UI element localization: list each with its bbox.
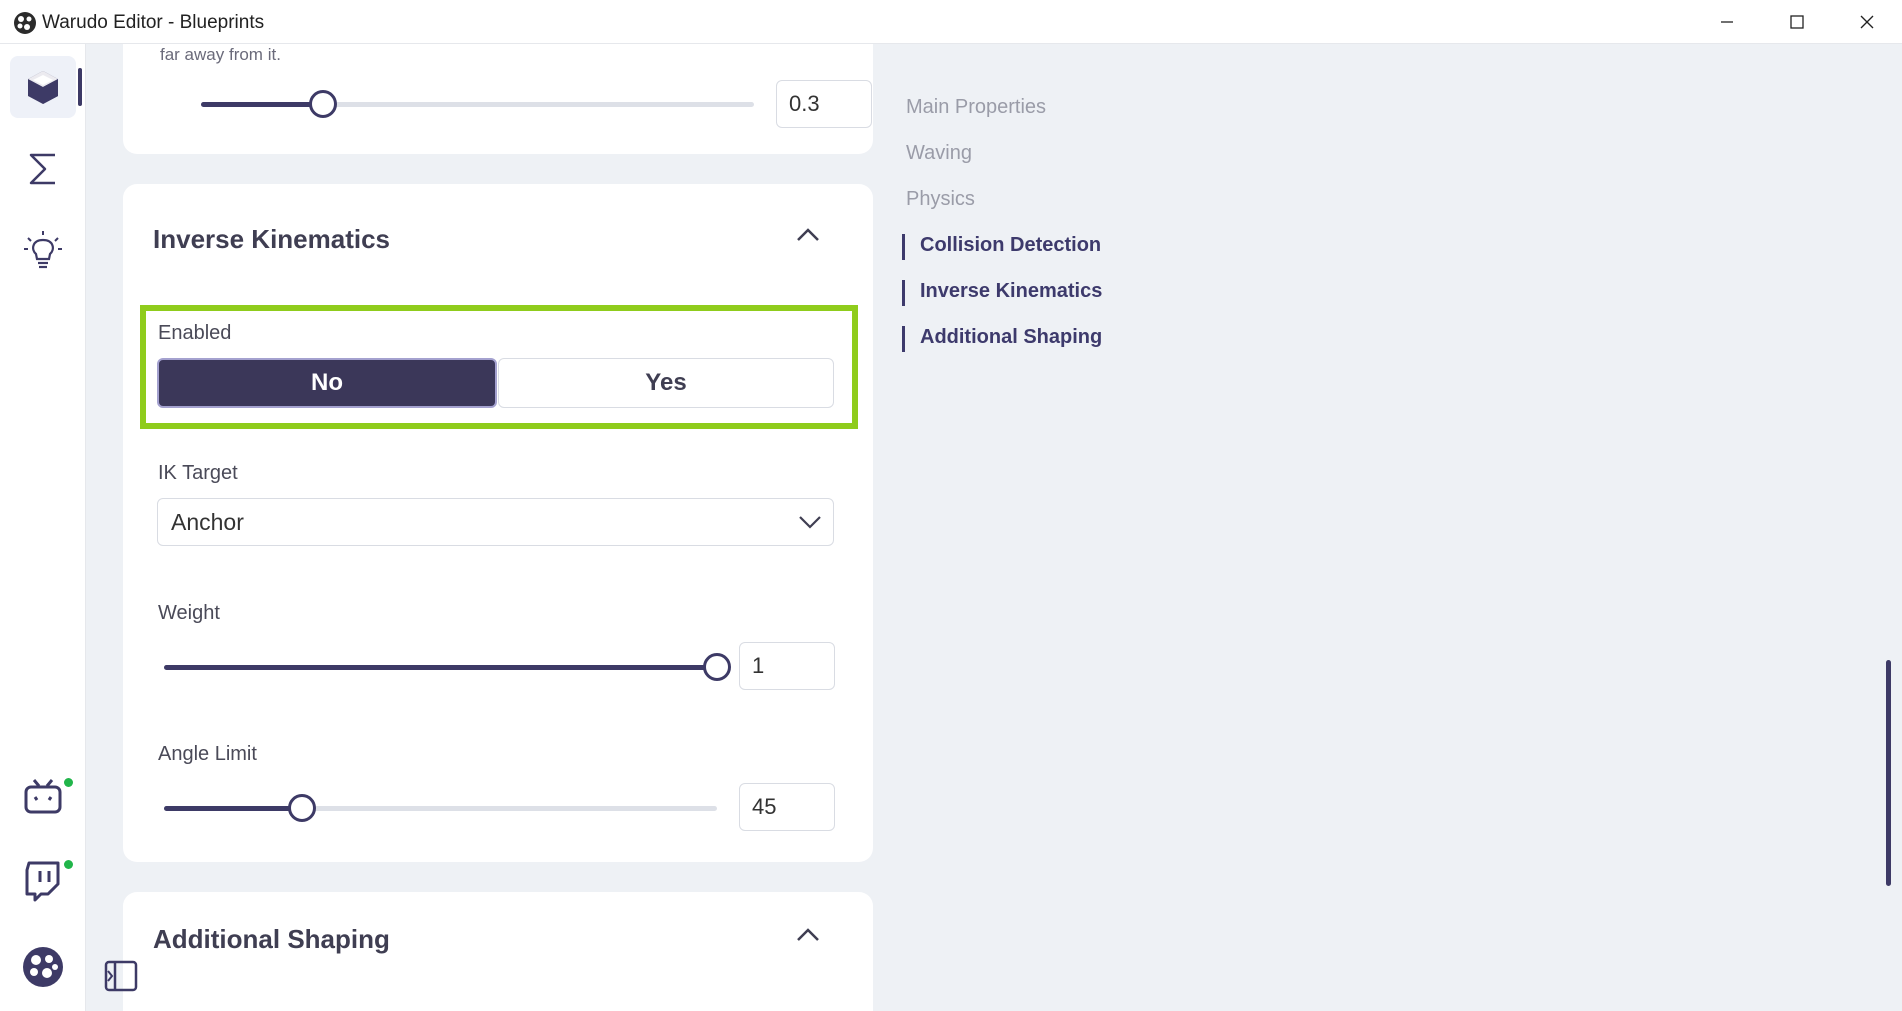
physics-card: far away from it. 0.3 <box>123 44 873 154</box>
slider-fill <box>164 806 302 811</box>
sidebar-toggle-icon[interactable] <box>104 960 138 992</box>
outline-item-additional-shaping[interactable]: Additional Shaping <box>920 326 1102 349</box>
outline-item-main-properties[interactable]: Main Properties <box>906 96 1046 119</box>
chevron-up-icon[interactable] <box>793 220 823 250</box>
title-bar: Warudo Editor - Blueprints <box>0 0 1902 44</box>
bilibili-icon <box>24 779 62 814</box>
slider-thumb[interactable] <box>288 794 316 822</box>
outline-item-inverse-kinematics[interactable]: Inverse Kinematics <box>920 280 1102 303</box>
lightbulb-icon <box>24 231 62 269</box>
twitch-icon <box>25 861 60 902</box>
close-button[interactable] <box>1832 0 1902 44</box>
properties-panel: far away from it. 0.3 Inverse Kinematics… <box>86 44 880 1011</box>
property-value-input[interactable]: 0.3 <box>776 80 872 128</box>
slider-fill <box>164 665 717 670</box>
section-title-inverse-kinematics: Inverse Kinematics <box>153 224 391 254</box>
outline-item-collision-detection[interactable]: Collision Detection <box>920 234 1101 257</box>
twitch-status-dot <box>64 860 73 869</box>
outline-panel: Main Properties Waving Physics Collision… <box>880 44 1880 1011</box>
angle-limit-slider[interactable] <box>164 794 717 822</box>
rail-item-warudo[interactable] <box>10 936 76 998</box>
outline-item-waving[interactable]: Waving <box>906 142 972 165</box>
property-description: far away from it. <box>160 45 281 64</box>
angle-limit-label: Angle Limit <box>158 743 257 765</box>
slider-fill <box>201 102 323 107</box>
outline-active-bar <box>902 326 905 352</box>
weight-value-input[interactable]: 1 <box>739 642 835 690</box>
rail-item-tips[interactable] <box>10 220 76 282</box>
chevron-up-icon[interactable] <box>793 920 823 950</box>
rail-item-blueprints[interactable] <box>10 138 76 200</box>
weight-slider[interactable] <box>164 653 731 681</box>
slider-thumb[interactable] <box>309 90 337 118</box>
ik-target-label: IK Target <box>158 462 238 484</box>
angle-limit-value-input[interactable]: 45 <box>739 783 835 831</box>
warudo-logo-icon <box>23 947 63 987</box>
inverse-kinematics-card: Inverse Kinematics Enabled No Yes IK Tar… <box>123 184 873 862</box>
window-title: Warudo Editor - Blueprints <box>42 12 265 33</box>
property-slider[interactable] <box>201 90 754 118</box>
rail-item-twitch[interactable] <box>10 850 76 912</box>
ik-target-value: Anchor <box>171 509 244 535</box>
minimize-button[interactable] <box>1692 0 1762 44</box>
outline-active-bar <box>902 234 905 260</box>
rail-item-scene[interactable] <box>10 56 76 118</box>
additional-shaping-card: Additional Shaping <box>123 892 873 1011</box>
bilibili-status-dot <box>64 778 73 787</box>
outline-active-bar <box>902 280 905 306</box>
focus-highlight <box>140 305 858 429</box>
cube-icon <box>28 71 58 104</box>
warudo-app-icon <box>14 12 36 34</box>
sigma-icon <box>29 153 55 185</box>
chevron-down-icon <box>799 516 821 529</box>
rail-active-indicator <box>78 68 82 106</box>
ik-target-dropdown[interactable]: Anchor <box>157 498 834 546</box>
maximize-icon <box>1790 15 1804 29</box>
slider-thumb[interactable] <box>703 653 731 681</box>
scrollbar-thumb[interactable] <box>1886 660 1891 886</box>
weight-label: Weight <box>158 602 220 624</box>
close-icon <box>1860 15 1874 29</box>
section-title-additional-shaping: Additional Shaping <box>153 924 390 954</box>
maximize-button[interactable] <box>1762 0 1832 44</box>
left-rail <box>0 44 86 1011</box>
rail-item-bilibili[interactable] <box>10 766 76 828</box>
outline-item-physics[interactable]: Physics <box>906 188 975 211</box>
minimize-icon <box>1721 21 1733 23</box>
